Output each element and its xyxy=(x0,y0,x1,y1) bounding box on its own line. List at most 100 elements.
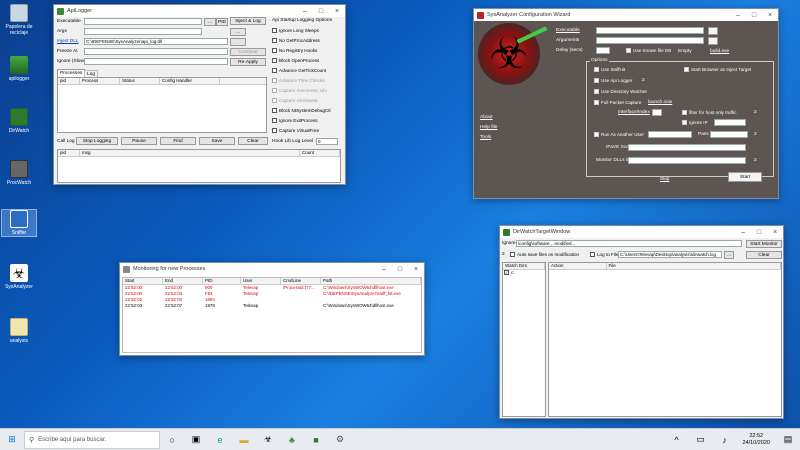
executable-input[interactable] xyxy=(596,27,704,34)
windows-start-icon[interactable]: ⊞ xyxy=(4,432,20,448)
full-packet-capture-checkbox[interactable]: Full Packet Capture xyxy=(594,100,641,105)
browse-args-button[interactable]: ... xyxy=(230,28,246,36)
pass-input[interactable] xyxy=(710,131,748,138)
col-pid[interactable]: PID xyxy=(203,278,241,284)
maximize-icon[interactable]: □ xyxy=(751,226,767,238)
system-tray-icon[interactable]: ^ xyxy=(668,432,684,448)
auto-save-checkbox[interactable]: Auto save files on modification xyxy=(510,252,579,257)
option-no-registry-hooks[interactable]: No Registry Hooks xyxy=(272,48,317,53)
volume-icon[interactable]: ♪ xyxy=(716,432,732,448)
start-button[interactable]: Start xyxy=(728,172,762,182)
interface-input[interactable]: 1 xyxy=(652,109,662,116)
use-known-db-checkbox[interactable]: Use Known file DB xyxy=(626,48,671,53)
empty-link[interactable]: Empty xyxy=(678,49,692,54)
maximize-icon[interactable]: □ xyxy=(746,9,762,21)
task-view-icon[interactable]: ○ xyxy=(164,432,180,448)
watch-dir-item[interactable]: ✓ c: xyxy=(503,270,545,275)
col-log-pid[interactable]: pid xyxy=(58,150,80,156)
arguments-input[interactable] xyxy=(596,37,704,44)
tools-link[interactable]: Tools xyxy=(480,135,491,140)
save-button[interactable]: Save xyxy=(199,137,235,145)
ignore-input[interactable]: \config\software , .modified... xyxy=(516,240,742,247)
clear-button[interactable]: Clear xyxy=(746,251,782,259)
monitor-dlls-input[interactable]: explorer.exe,svchost.exe,firefox.exe,dll xyxy=(628,157,746,164)
pause-button[interactable]: Pause xyxy=(121,137,157,145)
about-link[interactable]: About xyxy=(480,115,493,120)
inject-log-button[interactable]: Inject & Log xyxy=(230,17,266,25)
maximize-icon[interactable]: □ xyxy=(313,5,329,17)
col-status[interactable]: Status xyxy=(120,78,160,84)
log-level-select[interactable]: 0 xyxy=(316,138,338,145)
ignore-input[interactable] xyxy=(84,58,228,65)
browse-executable-button[interactable] xyxy=(708,27,718,35)
run-as-another-user-checkbox[interactable]: Run As Another User xyxy=(594,132,644,137)
process-table[interactable]: pid Process Status Config Handler xyxy=(57,77,267,133)
log-to-file-checkbox[interactable]: Log to File xyxy=(590,252,618,257)
desktop-icon-dirwatch[interactable]: DirWatch xyxy=(2,108,36,134)
tab-log[interactable]: Log xyxy=(84,70,99,77)
executable-input[interactable] xyxy=(84,18,202,25)
option-block-ntsystemdebugctl[interactable]: Block NtSystemDebugCtl xyxy=(272,108,331,113)
changes-table[interactable]: Action File xyxy=(548,262,782,417)
network-tray-icon[interactable]: ▭ xyxy=(692,432,708,448)
edge-browser-icon[interactable]: e xyxy=(212,432,228,448)
skip-link[interactable]: Skip xyxy=(660,177,669,182)
find-button[interactable]: Find xyxy=(160,137,196,145)
option-ignore-exitprocess[interactable]: Ignore ExitProcess xyxy=(272,118,318,123)
close-icon[interactable]: × xyxy=(408,263,424,275)
user-select[interactable]: Administrador xyxy=(648,131,692,138)
browse-arguments-button[interactable] xyxy=(708,37,718,45)
dirwatch-taskbar-icon[interactable]: ■ xyxy=(308,432,324,448)
col-process[interactable]: Process xyxy=(80,78,120,84)
use-directory-watcher-checkbox[interactable]: ✓ Use Directory Watcher xyxy=(594,89,647,94)
option-no-getprocaddress[interactable]: No GetProcAddress xyxy=(272,38,320,43)
inject-dll-link[interactable]: Inject DLL xyxy=(57,39,79,44)
col-user[interactable]: User xyxy=(241,278,281,284)
start-browser-checkbox[interactable]: Start Browser as Inject Target xyxy=(684,67,751,72)
ie-scan-input[interactable]: explorer.exe,iexplore.exe xyxy=(628,144,746,151)
stop-logging-button[interactable]: Stop Logging xyxy=(76,137,118,145)
task-view-grid-icon[interactable]: ▣ xyxy=(188,432,204,448)
ignore-ip-checkbox[interactable]: Ignore IP xyxy=(682,120,708,125)
col-pid[interactable]: pid xyxy=(58,78,80,84)
launch-now-link[interactable]: launch now xyxy=(648,100,672,105)
desktop-icon-recycle-bin[interactable]: Papelera de reciclaje xyxy=(2,4,36,36)
col-log-msg[interactable]: msg xyxy=(80,150,300,156)
maximize-icon[interactable]: □ xyxy=(392,263,408,275)
col-action[interactable]: Action xyxy=(549,263,607,269)
inject-dll-browse-button[interactable] xyxy=(230,38,246,46)
close-icon[interactable]: × xyxy=(329,5,345,17)
use-sniffhit-checkbox[interactable]: ✓ Use SniffHit xyxy=(594,67,625,72)
use-api-logger-checkbox[interactable]: ✓ Use Api Logger xyxy=(594,78,632,83)
notifications-icon[interactable]: ▤ xyxy=(780,432,796,448)
args-input[interactable] xyxy=(84,28,202,35)
clock[interactable]: 22:52 24/10/2020 xyxy=(742,433,770,447)
apilogger-taskbar-icon[interactable]: ♣ xyxy=(284,432,300,448)
desktop-icon-analysis[interactable]: analysis xyxy=(2,318,36,344)
continue-button[interactable]: Continue xyxy=(230,48,266,56)
clear-button[interactable]: Clear xyxy=(238,137,268,145)
table-row[interactable]: 22:52:03 22:52:07 1978 Televap C:\Windows\Sy… xyxy=(123,303,421,309)
call-log-table[interactable]: pid msg Count xyxy=(57,149,341,183)
inject-dll-input[interactable]: C:\IDEFENSE\SysAnalyzer\api_log.dll xyxy=(84,38,228,45)
sysanalyzer-taskbar-icon[interactable]: ☣ xyxy=(260,432,276,448)
option-capture-virtualfree[interactable]: Capture VirtualFree xyxy=(272,128,319,133)
option-ignore-long-sleeps[interactable]: Ignore Long Sleeps xyxy=(272,28,319,33)
process-monitor-table[interactable]: Start End PID User CmdLine Path 22:52:00… xyxy=(122,277,422,353)
option-capture-mem-info[interactable]: Capture mem/resrc info xyxy=(272,88,327,93)
reapply-button[interactable]: Re-Apply xyxy=(230,58,266,66)
col-log-count[interactable]: Count xyxy=(300,150,340,156)
minimize-icon[interactable]: – xyxy=(376,263,392,275)
col-start[interactable]: Start xyxy=(123,278,163,284)
col-config-handler[interactable]: Config Handler xyxy=(160,78,220,84)
minimize-icon[interactable]: – xyxy=(730,9,746,21)
taskbar-search-box[interactable]: ⚲ Escribe aquí para buscar. xyxy=(24,430,160,449)
option-capture-unviewed[interactable]: Capture UnViewed xyxy=(272,98,317,103)
col-path[interactable]: Path xyxy=(321,278,421,284)
log-path-input[interactable]: C:\Users\Televap\Desktop\analysis\\dirwa… xyxy=(618,251,722,258)
pid-button[interactable]: PID xyxy=(216,18,228,26)
delay-input[interactable]: 30 xyxy=(596,47,610,54)
option-block-openprocess[interactable]: Block OpenProcess xyxy=(272,58,319,63)
col-end[interactable]: End xyxy=(163,278,203,284)
desktop-icon-procwatch[interactable]: ProcWatch xyxy=(2,160,36,186)
